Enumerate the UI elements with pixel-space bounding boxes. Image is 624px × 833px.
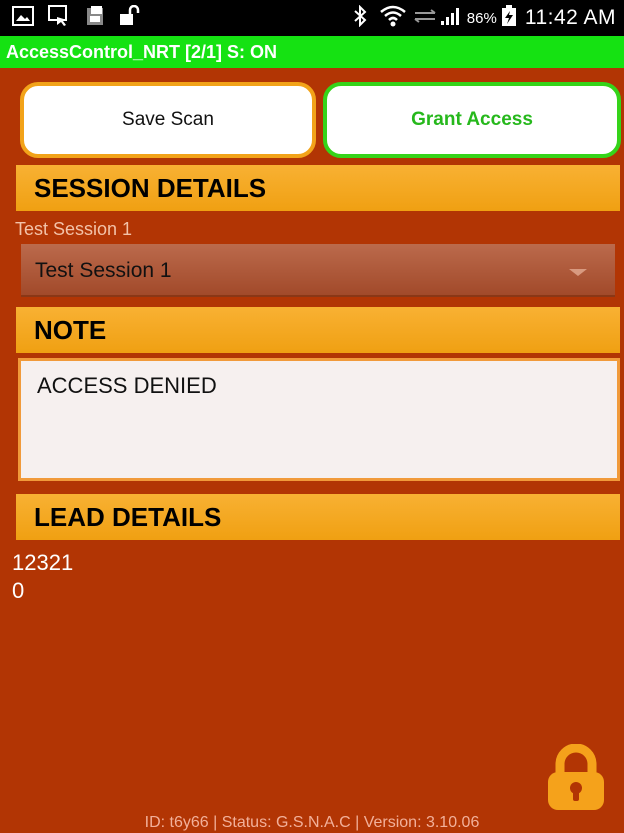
footer-info: ID: t6y66 | Status: G.S.N.A.C | Version:…: [144, 814, 480, 831]
session-label: Test Session 1: [15, 219, 133, 239]
notification-icons: [12, 4, 154, 32]
save-scan-label: Save Scan: [122, 109, 214, 130]
lock-icon[interactable]: [544, 743, 608, 812]
note-field[interactable]: ACCESS DENIED: [18, 358, 620, 481]
bluetooth-icon: [353, 4, 367, 32]
battery-percent: 86%: [466, 9, 497, 27]
grant-access-label: Grant Access: [411, 109, 533, 130]
network-type-icon: [413, 8, 437, 28]
lead-detail-line-1: 12321: [12, 550, 74, 575]
wifi-icon: [379, 4, 407, 33]
signal-icon: [440, 6, 463, 31]
battery-charging-icon: [501, 4, 517, 32]
lead-details-header: LEAD DETAILS: [16, 494, 620, 540]
grant-access-button[interactable]: Grant Access: [323, 82, 621, 158]
sim-icon: [84, 5, 106, 32]
app-title: AccessControl_NRT [2/1] S: ON: [0, 36, 624, 68]
note-text: ACCESS DENIED: [37, 373, 217, 398]
status-bar: 86% 11:42 AM: [0, 0, 624, 36]
clock: 11:42 AM: [524, 6, 616, 29]
session-selected-value: Test Session 1: [35, 259, 172, 282]
gallery-icon: [12, 5, 34, 31]
save-scan-button[interactable]: Save Scan: [20, 82, 316, 158]
dropdown-arrow-icon: [569, 269, 587, 276]
lead-detail-line-2: 0: [12, 578, 25, 603]
session-details-header: SESSION DETAILS: [16, 165, 620, 211]
screen-mirror-icon: [48, 4, 70, 32]
session-dropdown[interactable]: Test Session 1: [21, 244, 615, 297]
unlock-icon: [120, 4, 140, 32]
note-header: NOTE: [16, 307, 620, 353]
system-icons: 86% 11:42 AM: [353, 0, 616, 36]
